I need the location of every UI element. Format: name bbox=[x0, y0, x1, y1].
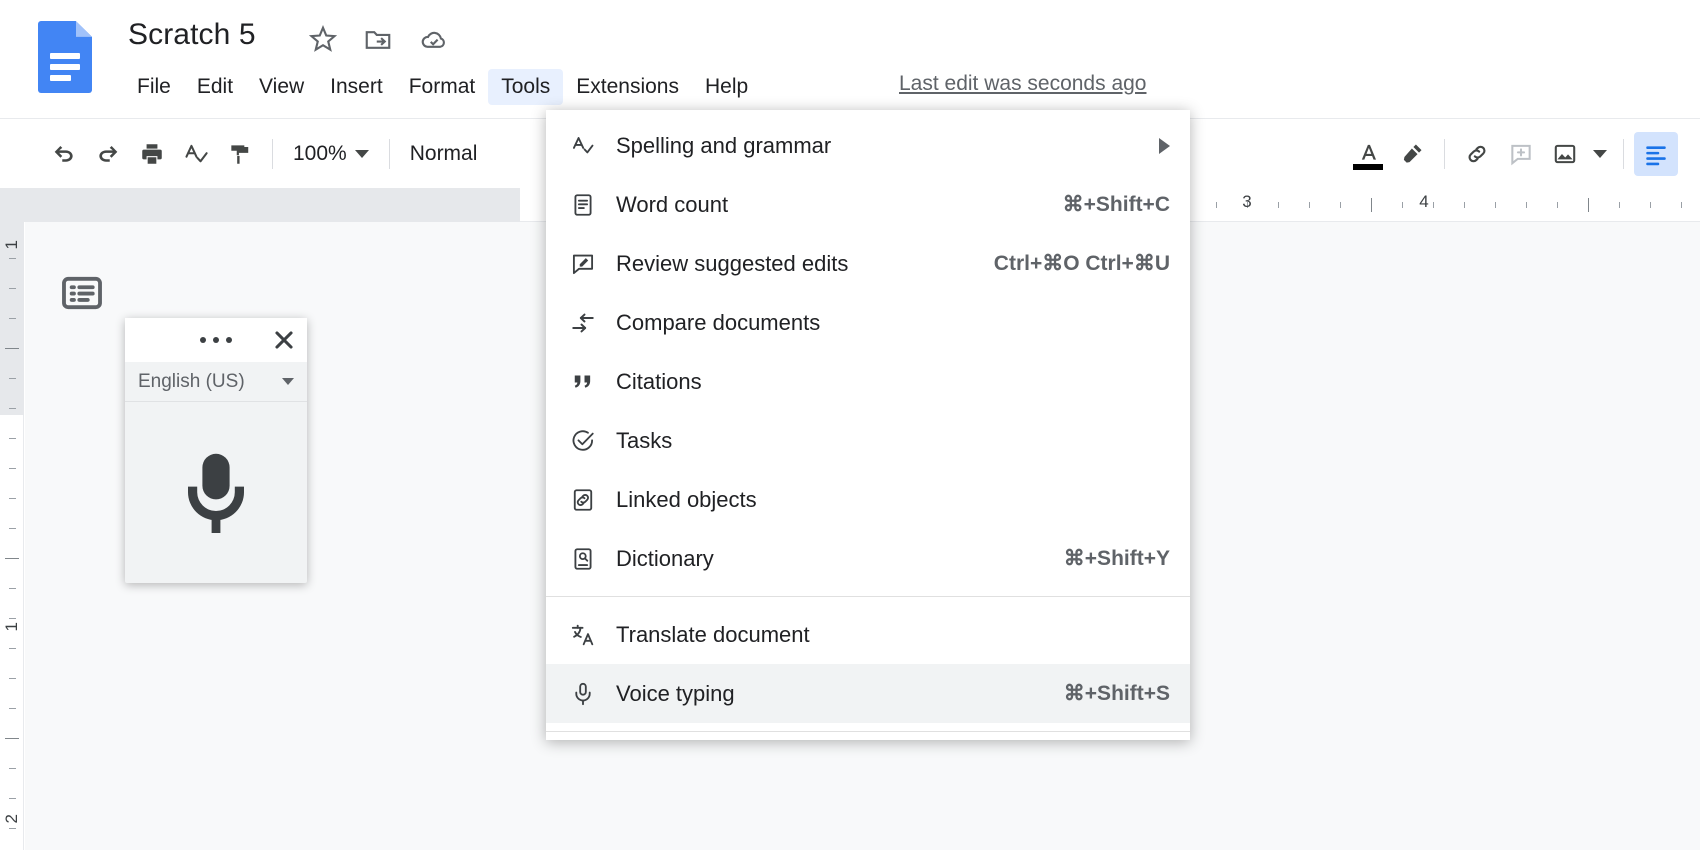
voice-language-value: English (US) bbox=[138, 371, 245, 393]
menu-item-label: Word count bbox=[606, 192, 1063, 218]
toolbar-divider bbox=[1444, 139, 1445, 169]
spellcheck-icon bbox=[570, 133, 606, 159]
toolbar-divider bbox=[1623, 139, 1624, 169]
menu-item-label: Spelling and grammar bbox=[606, 133, 1145, 159]
page-title[interactable]: Scratch 5 bbox=[128, 18, 256, 52]
chevron-down-icon bbox=[355, 150, 369, 158]
text-color-swatch bbox=[1353, 164, 1383, 170]
undo-icon[interactable] bbox=[42, 132, 86, 176]
submenu-arrow-icon bbox=[1159, 138, 1170, 154]
last-edit-status[interactable]: Last edit was seconds ago bbox=[899, 72, 1147, 96]
chevron-down-icon bbox=[282, 378, 294, 385]
ruler-h-number: 4 bbox=[1419, 192, 1428, 212]
menu-item-dictionary[interactable]: Dictionary ⌘+Shift+Y bbox=[546, 529, 1190, 588]
menu-item-label: Compare documents bbox=[606, 310, 1170, 336]
menu-file[interactable]: File bbox=[124, 69, 184, 105]
tasks-icon bbox=[570, 428, 606, 454]
ruler-v-number: 1 bbox=[2, 622, 22, 631]
menu-item-tasks[interactable]: Tasks bbox=[546, 411, 1190, 470]
insert-image-dropdown-icon[interactable] bbox=[1587, 132, 1613, 176]
menu-item-shortcut: Ctrl+⌘O Ctrl+⌘U bbox=[994, 251, 1170, 276]
move-folder-icon[interactable] bbox=[363, 24, 393, 54]
ruler-v-number: 2 bbox=[2, 814, 22, 823]
insert-link-icon[interactable] bbox=[1455, 132, 1499, 176]
voice-typing-panel[interactable]: English (US) bbox=[125, 318, 307, 583]
menu-item-label: Tasks bbox=[606, 428, 1170, 454]
dictionary-icon bbox=[570, 546, 606, 572]
menu-extensions[interactable]: Extensions bbox=[563, 69, 692, 105]
spellcheck-icon[interactable] bbox=[174, 132, 218, 176]
text-color-icon[interactable] bbox=[1346, 132, 1390, 176]
menu-item-spelling-and-grammar[interactable]: Spelling and grammar bbox=[546, 116, 1190, 175]
menu-help[interactable]: Help bbox=[692, 69, 761, 105]
menu-item-citations[interactable]: Citations bbox=[546, 352, 1190, 411]
menu-item-shortcut: ⌘+Shift+S bbox=[1064, 681, 1170, 706]
menu-item-label: Linked objects bbox=[606, 487, 1170, 513]
menu-bar: File Edit View Insert Format Tools Exten… bbox=[124, 69, 761, 105]
drag-dots-icon[interactable] bbox=[200, 337, 232, 343]
ruler-v-number: 1 bbox=[2, 240, 22, 249]
paragraph-style-dropdown[interactable]: Normal bbox=[400, 134, 488, 174]
toolbar-divider bbox=[389, 139, 390, 169]
menu-item-linked-objects[interactable]: Linked objects bbox=[546, 470, 1190, 529]
menu-divider bbox=[546, 731, 1190, 732]
menu-item-label: Translate document bbox=[606, 622, 1170, 648]
docs-file-icon[interactable] bbox=[38, 21, 92, 93]
star-icon[interactable] bbox=[308, 24, 338, 54]
menu-divider bbox=[546, 596, 1190, 597]
zoom-level-dropdown[interactable]: 100% bbox=[283, 134, 379, 174]
menu-item-label: Dictionary bbox=[606, 546, 1064, 572]
menu-item-translate-document[interactable]: Translate document bbox=[546, 605, 1190, 664]
menu-item-shortcut: ⌘+Shift+C bbox=[1063, 192, 1170, 217]
menu-item-compare-documents[interactable]: Compare documents bbox=[546, 293, 1190, 352]
paint-format-icon[interactable] bbox=[218, 132, 262, 176]
compare-documents-icon bbox=[570, 310, 606, 336]
menu-insert[interactable]: Insert bbox=[317, 69, 396, 105]
align-left-icon[interactable] bbox=[1634, 132, 1678, 176]
word-count-icon bbox=[570, 192, 606, 218]
cloud-saved-icon[interactable] bbox=[419, 24, 449, 54]
zoom-level-value: 100% bbox=[293, 142, 347, 166]
add-comment-icon[interactable] bbox=[1499, 132, 1543, 176]
title-bar: Scratch 5 File Edit View Insert Format T… bbox=[0, 0, 1700, 118]
translate-icon bbox=[570, 622, 606, 648]
tools-dropdown-menu[interactable]: Spelling and grammar Word count ⌘+Shift+… bbox=[546, 110, 1190, 740]
menu-item-label: Citations bbox=[606, 369, 1170, 395]
vertical-ruler[interactable]: 1 1 2 bbox=[0, 222, 24, 850]
microphone-icon[interactable] bbox=[125, 402, 307, 583]
menu-tools[interactable]: Tools bbox=[488, 69, 563, 105]
insert-image-icon[interactable] bbox=[1543, 132, 1587, 176]
menu-item-label: Voice typing bbox=[606, 681, 1064, 707]
menu-edit[interactable]: Edit bbox=[184, 69, 246, 105]
menu-item-shortcut: ⌘+Shift+Y bbox=[1064, 546, 1170, 571]
google-docs-window: Scratch 5 File Edit View Insert Format T… bbox=[0, 0, 1700, 850]
menu-item-word-count[interactable]: Word count ⌘+Shift+C bbox=[546, 175, 1190, 234]
print-icon[interactable] bbox=[130, 132, 174, 176]
highlight-color-icon[interactable] bbox=[1390, 132, 1434, 176]
redo-icon[interactable] bbox=[86, 132, 130, 176]
document-outline-icon[interactable] bbox=[59, 270, 105, 316]
menu-item-review-suggested-edits[interactable]: Review suggested edits Ctrl+⌘O Ctrl+⌘U bbox=[546, 234, 1190, 293]
toolbar-divider bbox=[272, 139, 273, 169]
close-icon[interactable] bbox=[271, 327, 297, 353]
ruler-h-number: 3 bbox=[1242, 192, 1251, 212]
menu-item-voice-typing[interactable]: Voice typing ⌘+Shift+S bbox=[546, 664, 1190, 723]
microphone-icon bbox=[570, 681, 606, 707]
menu-item-label: Review suggested edits bbox=[606, 251, 994, 277]
menu-view[interactable]: View bbox=[246, 69, 317, 105]
voice-panel-header bbox=[125, 318, 307, 362]
paragraph-style-value: Normal bbox=[410, 142, 478, 166]
menu-format[interactable]: Format bbox=[396, 69, 489, 105]
review-edits-icon bbox=[570, 251, 606, 277]
citations-icon bbox=[570, 369, 606, 395]
voice-language-dropdown[interactable]: English (US) bbox=[125, 362, 307, 402]
linked-objects-icon bbox=[570, 487, 606, 513]
